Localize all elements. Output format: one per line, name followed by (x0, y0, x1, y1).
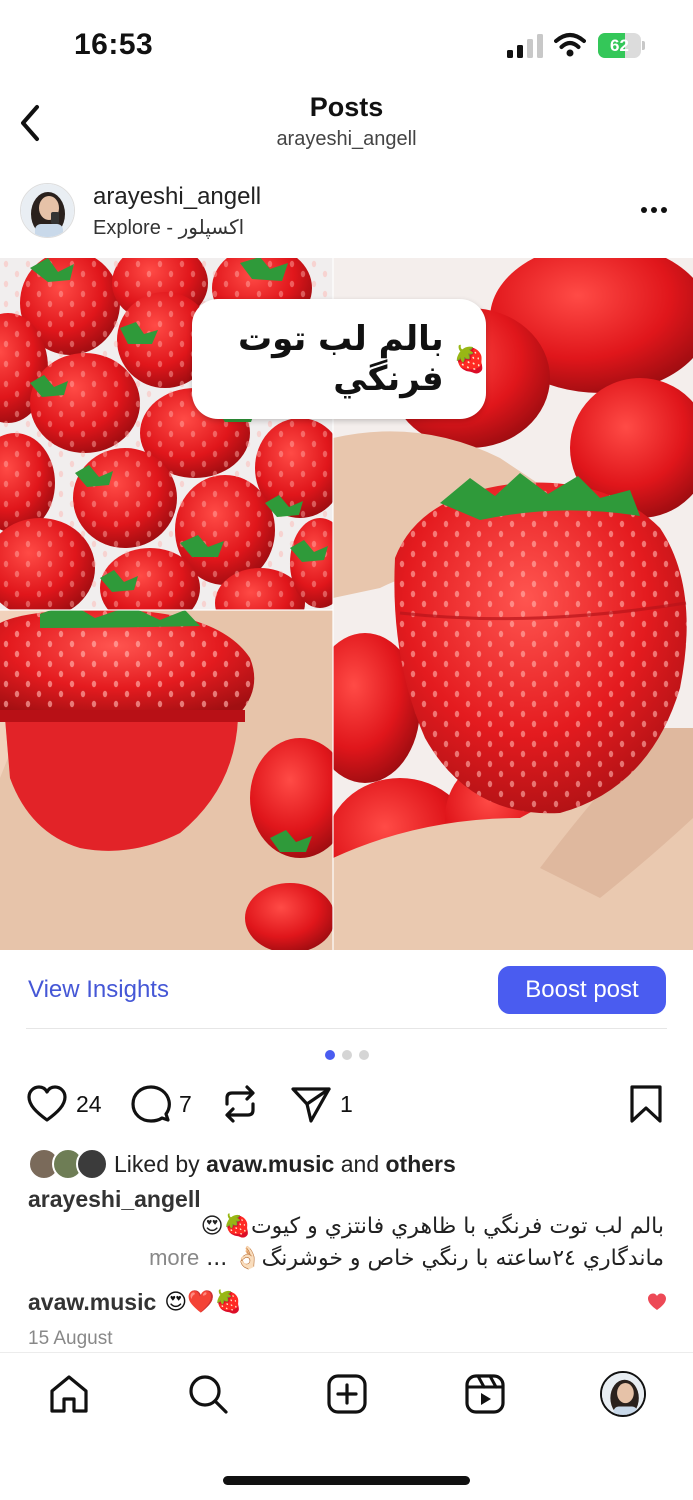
bottom-nav (0, 1352, 693, 1444)
home-indicator (223, 1476, 470, 1485)
carousel-dot (358, 1050, 369, 1060)
comment-username[interactable]: avaw.music (28, 1289, 156, 1316)
shares-count: 1 (340, 1090, 353, 1117)
status-bar: 16:53 62 (0, 0, 693, 90)
image-title-text: بالم لب توت فرنگي (237, 319, 444, 399)
comment-icon (131, 1085, 171, 1123)
battery-charging-icon: 62 (598, 33, 646, 58)
caption-username[interactable]: arayeshi_angell (28, 1186, 201, 1213)
engagement-bar: 24 7 1 (0, 1082, 693, 1128)
comment-button[interactable]: 7 (131, 1082, 192, 1126)
post-image[interactable]: بالم لب توت فرنگي 🍓 (0, 258, 693, 950)
liked-by-row[interactable]: Liked by avaw.music and others (28, 1147, 456, 1181)
reels-icon (465, 1374, 505, 1414)
likes-count: 24 (76, 1090, 102, 1117)
tab-search[interactable] (185, 1371, 231, 1417)
comment-heart-icon[interactable] (646, 1292, 668, 1312)
heart-icon (27, 1085, 67, 1122)
post-actions-row: View Insights Boost post (0, 966, 693, 1016)
comment-text: 😍❤️🍓 (164, 1289, 243, 1314)
bookmark-icon[interactable] (628, 1084, 664, 1124)
page-subtitle: arayeshi_angell (276, 128, 417, 150)
repost-button[interactable] (221, 1082, 259, 1126)
carousel-indicator (0, 1050, 693, 1060)
liked-by-connector: and (334, 1150, 386, 1177)
send-icon (291, 1087, 331, 1123)
view-insights-link[interactable]: View Insights (28, 976, 169, 1004)
search-icon (189, 1375, 228, 1414)
strawberry-emoji: 🍓 (453, 343, 486, 374)
carousel-dot (341, 1050, 352, 1060)
tab-reels[interactable] (462, 1371, 508, 1417)
boost-post-button[interactable]: Boost post (498, 966, 666, 1014)
post-location[interactable]: Explore - اکسپلور (93, 215, 244, 240)
more-options-icon[interactable] (636, 198, 672, 222)
liked-by-user[interactable]: avaw.music (206, 1151, 334, 1177)
post-author-row: arayeshi_angell Explore - اکسپلور (0, 180, 693, 246)
nav-header: Posts arayeshi_angell (0, 90, 693, 160)
comment-row: avaw.music 😍❤️🍓 (28, 1286, 668, 1318)
image-title-card: بالم لب توت فرنگي 🍓 (192, 299, 486, 419)
liked-by-prefix: Liked by (114, 1150, 207, 1177)
caption-line-text: ماندگاري ٢٤ساعته با رنگي خاص و خوشرنگ👌🏻 … (206, 1246, 664, 1271)
caption-line: بالم لب توت فرنگي با ظاهري فانتزي و كيوت… (200, 1214, 664, 1239)
tab-home[interactable] (46, 1371, 92, 1417)
signal-icon (507, 34, 543, 58)
caption-more-link[interactable]: more (149, 1245, 199, 1270)
like-button[interactable]: 24 (26, 1082, 102, 1126)
share-button[interactable]: 1 (290, 1082, 353, 1126)
create-icon (327, 1374, 367, 1414)
caption-line: ماندگاري ٢٤ساعته با رنگي خاص و خوشرنگ👌🏻 … (28, 1245, 664, 1271)
avatar (76, 1148, 108, 1180)
battery-level: 62 (610, 36, 629, 55)
wifi-icon (554, 33, 586, 57)
tab-profile[interactable] (600, 1371, 646, 1417)
divider (26, 1028, 667, 1029)
liker-avatars (28, 1148, 110, 1180)
post-date: 15 August (28, 1328, 113, 1349)
repost-icon (225, 1085, 255, 1123)
comments-count: 7 (179, 1090, 192, 1117)
author-name[interactable]: arayeshi_angell (93, 183, 261, 211)
author-avatar[interactable] (20, 183, 75, 238)
liked-by-text: Liked by avaw.music and others (114, 1151, 456, 1178)
profile-avatar (600, 1371, 646, 1417)
carousel-dot (324, 1050, 335, 1060)
page-title: Posts (309, 92, 384, 122)
tab-create[interactable] (324, 1371, 370, 1417)
status-time: 16:53 (74, 28, 154, 61)
liked-by-others[interactable]: others (386, 1151, 456, 1177)
home-icon (50, 1375, 88, 1413)
